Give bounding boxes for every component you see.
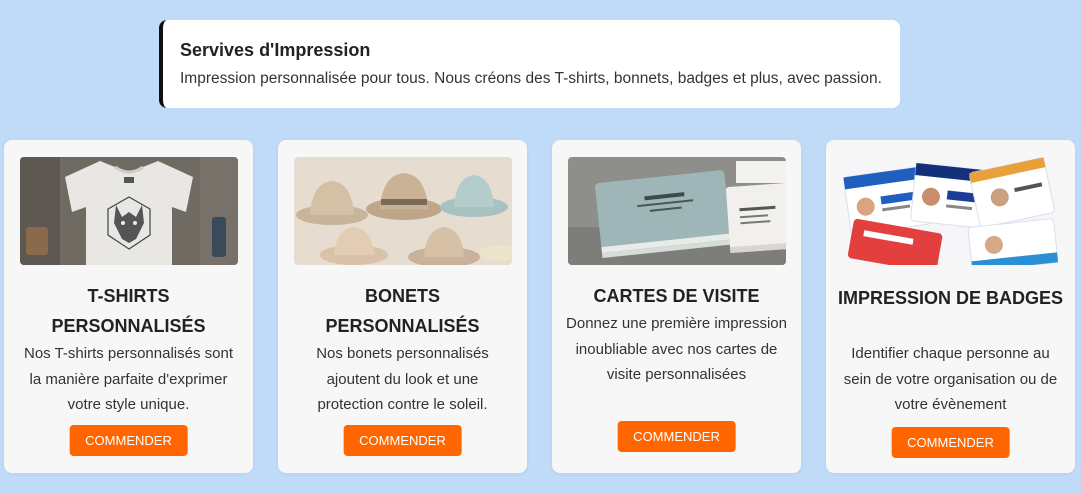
card-hats: BONETS PERSONNALISÉS Nos bonets personna… xyxy=(278,140,527,473)
order-button[interactable]: COMMENDER xyxy=(891,427,1010,458)
card-description: Nos bonets personnalisés ajoutent du loo… xyxy=(316,345,489,413)
intro-title: Servives d'Impression xyxy=(180,40,371,60)
card-description: Nos T-shirts personnalisés sont la maniè… xyxy=(24,345,233,413)
card-title: T-SHIRTS PERSONNALISÉS xyxy=(51,286,206,336)
intro-box: Servives d'Impression Impression personn… xyxy=(159,20,900,108)
tshirt-image xyxy=(20,157,238,265)
card-tshirts: T-SHIRTS PERSONNALISÉS Nos T-shirts pers… xyxy=(4,140,253,473)
order-button[interactable]: COMMENDER xyxy=(343,425,462,456)
badges-image xyxy=(842,157,1060,265)
card-title: BONETS PERSONNALISÉS xyxy=(325,286,480,336)
card-badges: IMPRESSION DE BADGES Identifier chaque p… xyxy=(826,140,1075,473)
card-description: Identifier chaque personne au sein de vo… xyxy=(843,345,1058,413)
card-title: CARTES DE VISITE xyxy=(593,286,760,306)
order-button[interactable]: COMMENDER xyxy=(69,425,188,456)
card-business-cards: CARTES DE VISITE Donnez une première imp… xyxy=(552,140,801,473)
card-title: IMPRESSION DE BADGES xyxy=(837,288,1064,308)
business-cards-image xyxy=(568,157,786,265)
intro-text: Impression personnalisée pour tous. Nous… xyxy=(180,70,882,87)
hats-image xyxy=(294,157,512,265)
card-description: Donnez une première impression inoubliab… xyxy=(566,315,787,383)
order-button[interactable]: COMMENDER xyxy=(617,421,736,452)
